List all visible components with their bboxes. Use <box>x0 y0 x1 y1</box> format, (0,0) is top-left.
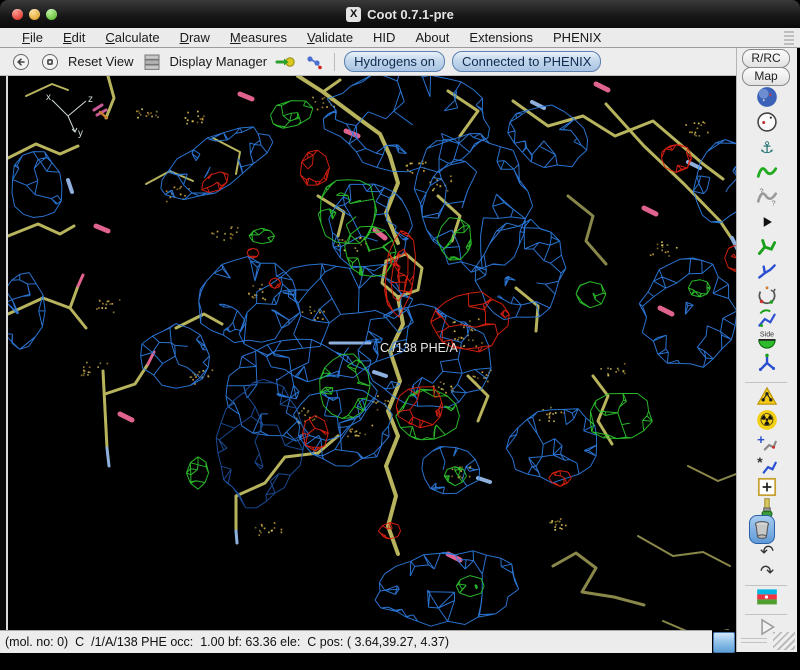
edit-chi-angles-icon[interactable] <box>754 284 780 308</box>
menu-bar: FileEditCalculateDrawMeasuresValidateHID… <box>0 28 800 48</box>
svg-text:y: y <box>78 128 83 139</box>
menu-phenix[interactable]: PHENIX <box>543 30 611 45</box>
regularize-zone-icon[interactable]: ?? <box>754 185 780 209</box>
real-space-refine-icon[interactable] <box>754 160 780 184</box>
svg-text:?: ? <box>771 199 775 208</box>
display-manager-icon[interactable] <box>141 51 163 73</box>
right-toolbar-panel: R/RC Map ⚓??Side☢+*↶↷ <box>736 48 797 652</box>
window-title: Coot 0.7.1-pre <box>367 7 454 22</box>
panel-separator <box>745 382 787 383</box>
svg-text:☢: ☢ <box>759 411 775 431</box>
pepflip-warning-icon[interactable] <box>754 384 780 408</box>
delete-item-icon[interactable] <box>749 517 775 541</box>
rotamers-icon[interactable] <box>754 260 780 284</box>
go-to-atom-icon[interactable] <box>274 51 296 73</box>
display-manager-label[interactable]: Display Manager <box>170 54 268 69</box>
anchor-icon[interactable]: ⚓ <box>754 135 780 159</box>
svg-text:Side: Side <box>760 331 774 339</box>
panel-handle-lines <box>741 638 767 646</box>
run-refmac-icon[interactable]: ☢ <box>754 408 780 432</box>
add-terminal-residue-icon[interactable]: + <box>754 432 780 456</box>
smooth-recentre-icon[interactable] <box>754 110 780 134</box>
atom-label: C /138 PHE/A <box>380 341 458 355</box>
display-sphere-icon[interactable] <box>754 85 780 109</box>
minimize-window-button[interactable] <box>29 9 40 20</box>
svg-text:*: * <box>757 455 763 471</box>
main-toolbar: Reset View Display Manager Hydrogens on … <box>0 48 736 76</box>
menu-draw[interactable]: Draw <box>170 30 220 45</box>
molecule-icon[interactable] <box>303 51 325 73</box>
rrc-button[interactable]: R/RC <box>742 49 790 68</box>
window-frame <box>0 76 8 630</box>
svg-text:x: x <box>46 92 51 103</box>
menu-about[interactable]: About <box>405 30 459 45</box>
redo-icon[interactable]: ↷ <box>754 560 780 584</box>
toolbar-separator <box>334 53 335 71</box>
x11-app-icon: X <box>346 7 361 22</box>
side-chain-flip-icon[interactable]: Side <box>754 329 780 353</box>
menu-hid[interactable]: HID <box>363 30 405 45</box>
menu-file[interactable]: File <box>12 30 53 45</box>
menu-calculate[interactable]: Calculate <box>95 30 169 45</box>
recentre-icon[interactable] <box>39 51 61 73</box>
ligand-flag-icon[interactable] <box>754 585 780 609</box>
menu-validate[interactable]: Validate <box>297 30 363 45</box>
jiggle-fit-icon[interactable] <box>754 351 780 375</box>
auto-fit-rotamer-icon[interactable] <box>754 235 780 259</box>
hydrogens-toggle-button[interactable]: Hydrogens on <box>344 51 445 72</box>
close-window-button[interactable] <box>12 9 23 20</box>
coot-window: X Coot 0.7.1-pre FileEditCalculateDrawMe… <box>0 0 800 670</box>
status-text: (mol. no: 0) C /1/A/138 PHE occ: 1.00 bf… <box>5 635 449 649</box>
menu-extensions[interactable]: Extensions <box>459 30 543 45</box>
title-bar[interactable]: X Coot 0.7.1-pre <box>0 0 800 28</box>
svg-text:+: + <box>757 432 765 447</box>
reset-view-icon[interactable] <box>10 51 32 73</box>
menu-edit[interactable]: Edit <box>53 30 95 45</box>
molecular-viewport[interactable]: x z y C /138 PHE/A <box>8 76 736 630</box>
menubar-grip[interactable] <box>784 31 794 45</box>
svg-text:z: z <box>88 94 93 105</box>
refine-step-icon[interactable] <box>754 210 780 234</box>
svg-text:?: ? <box>759 187 763 196</box>
flip-peptide-icon[interactable] <box>754 307 780 331</box>
menu-measures[interactable]: Measures <box>220 30 297 45</box>
phenix-connection-button[interactable]: Connected to PHENIX <box>452 51 601 72</box>
status-bar: (mol. no: 0) C /1/A/138 PHE occ: 1.00 bf… <box>0 630 712 653</box>
reset-view-label[interactable]: Reset View <box>68 54 134 69</box>
window-resize-grip[interactable] <box>773 632 795 650</box>
window-title-group: X Coot 0.7.1-pre <box>346 7 454 22</box>
zoom-window-button[interactable] <box>46 9 57 20</box>
map-button[interactable]: Map <box>742 67 790 86</box>
status-scroll-thumb[interactable] <box>713 632 735 653</box>
